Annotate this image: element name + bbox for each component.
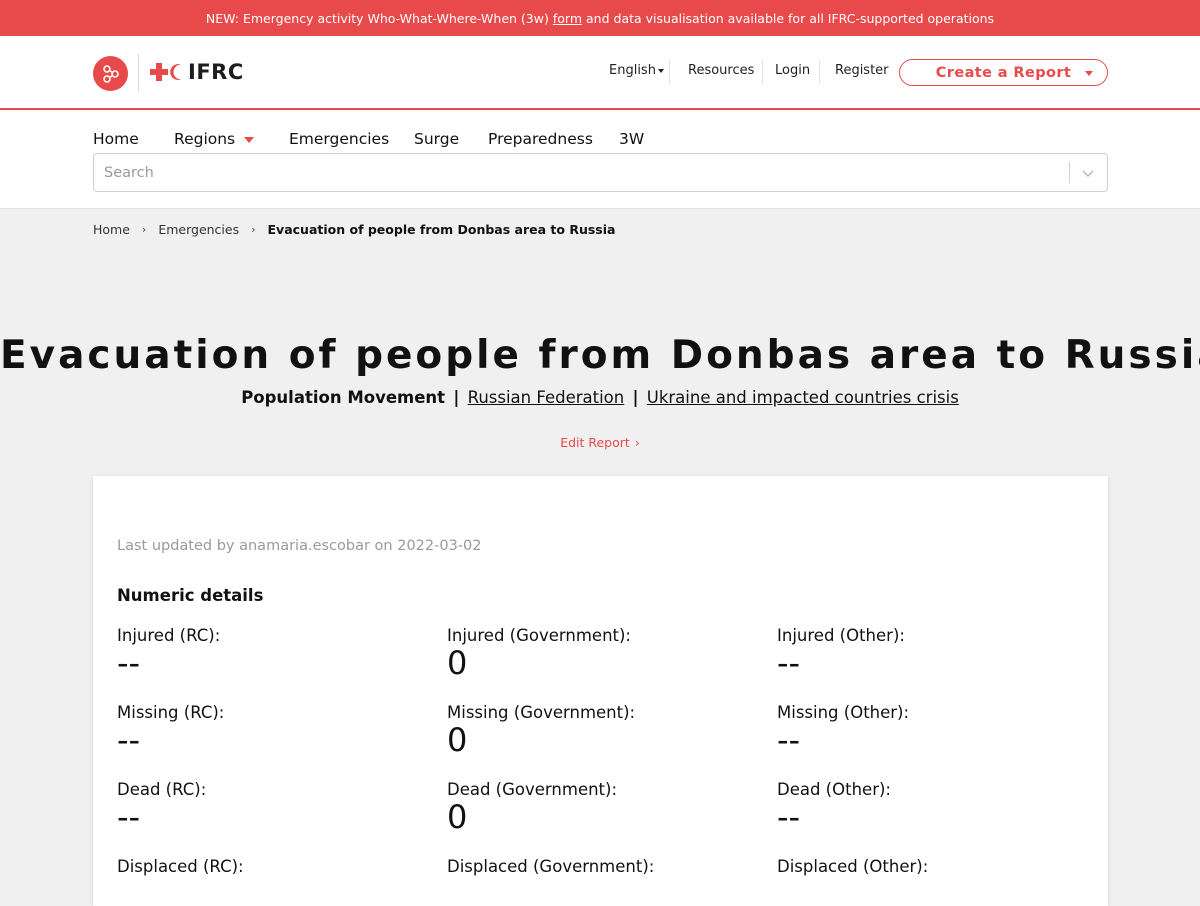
stat-label: Injured (Government): (447, 626, 631, 645)
language-dropdown[interactable]: English (609, 63, 664, 78)
details-card: Last updated by anamaria.escobar on 2022… (93, 476, 1108, 906)
subtitle-separator: | (632, 388, 639, 407)
stat-value: -- (117, 721, 141, 759)
edit-report-label: Edit Report (560, 435, 630, 450)
stat-displaced-rc: Displaced (RC): (117, 857, 437, 876)
search-divider (1069, 162, 1070, 183)
nav-emergencies[interactable]: Emergencies (289, 130, 389, 148)
stat-label: Missing (Other): (777, 703, 910, 722)
resources-link[interactable]: Resources (688, 63, 754, 78)
stat-injured-other: Injured (Other): -- (777, 626, 1097, 681)
chevron-right-icon: › (141, 223, 147, 236)
stat-dead-rc: Dead (RC): -- (117, 780, 437, 835)
stat-value: -- (117, 644, 141, 682)
nav-surge[interactable]: Surge (414, 130, 459, 148)
stat-dead-other: Dead (Other): -- (777, 780, 1097, 835)
announcement-banner: NEW: Emergency activity Who-What-Where-W… (0, 0, 1200, 36)
edit-report-link[interactable]: Edit Report › (0, 435, 1200, 450)
stat-displaced-government: Displaced (Government): (447, 857, 767, 876)
stat-missing-government: Missing (Government): 0 (447, 703, 767, 758)
ifrc-logo[interactable]: IFRC (150, 60, 244, 84)
nav-preparedness[interactable]: Preparedness (488, 130, 593, 148)
stat-missing-rc: Missing (RC): -- (117, 703, 437, 758)
stat-displaced-other: Displaced (Other): (777, 857, 1097, 876)
subtitle-separator: | (453, 388, 460, 407)
numeric-details-heading: Numeric details (117, 586, 264, 605)
create-report-button[interactable]: Create a Report (899, 59, 1108, 86)
stat-label: Missing (Government): (447, 703, 636, 722)
page-title: Evacuation of people from Donbas area to… (0, 333, 1200, 378)
banner-form-link[interactable]: form (553, 11, 582, 26)
stat-value: -- (117, 798, 141, 836)
login-link[interactable]: Login (775, 63, 810, 78)
banner-text-suffix: and data visualisation available for all… (586, 10, 995, 26)
breadcrumb-emergencies[interactable]: Emergencies (158, 222, 239, 237)
page-subtitle: Population Movement | Russian Federation… (0, 388, 1200, 407)
stat-label: Displaced (Government): (447, 857, 655, 876)
register-link[interactable]: Register (835, 63, 889, 78)
util-divider (819, 60, 820, 84)
country-link[interactable]: Russian Federation (468, 388, 625, 407)
stat-label: Dead (RC): (117, 780, 207, 799)
stat-label: Dead (Other): (777, 780, 891, 799)
language-label: English (609, 63, 656, 78)
logo-divider (138, 54, 139, 92)
search-box[interactable] (93, 153, 1108, 192)
stat-value: -- (777, 644, 801, 682)
stat-value: 0 (447, 644, 468, 682)
stat-label: Displaced (Other): (777, 857, 929, 876)
main-navigation: Home Regions Emergencies Surge Preparedn… (0, 110, 1200, 209)
nav-regions[interactable]: Regions (174, 130, 255, 148)
breadcrumb-home[interactable]: Home (93, 222, 130, 237)
stat-missing-other: Missing (Other): -- (777, 703, 1097, 758)
chevron-right-icon: › (251, 223, 256, 236)
stat-value: 0 (447, 721, 468, 759)
breadcrumb: Home › Emergencies › Evacuation of peopl… (93, 222, 615, 237)
appeal-link[interactable]: Ukraine and impacted countries crisis (647, 388, 959, 407)
stat-label: Displaced (RC): (117, 857, 244, 876)
breadcrumb-current: Evacuation of people from Donbas area to… (267, 222, 616, 237)
nav-home[interactable]: Home (93, 130, 139, 148)
disaster-type: Population Movement (241, 388, 446, 407)
chevron-down-icon[interactable] (1080, 165, 1096, 181)
nav-regions-label: Regions (174, 130, 236, 148)
caret-down-icon (244, 136, 255, 143)
nav-3w[interactable]: 3W (619, 130, 644, 148)
stat-value: -- (777, 721, 801, 759)
stat-label: Missing (RC): (117, 703, 225, 722)
red-cross-crescent-icon (150, 63, 181, 81)
stat-label: Injured (RC): (117, 626, 221, 645)
stat-dead-government: Dead (Government): 0 (447, 780, 767, 835)
stat-value: 0 (447, 798, 468, 836)
stat-label: Dead (Government): (447, 780, 618, 799)
create-report-label: Create a Report (935, 64, 1072, 81)
search-input[interactable] (104, 162, 1064, 184)
util-divider (669, 60, 670, 84)
stat-label: Injured (Other): (777, 626, 905, 645)
banner-text-prefix: NEW: Emergency activity Who-What-Where-W… (205, 10, 549, 26)
last-updated-text: Last updated by anamaria.escobar on 2022… (117, 538, 482, 554)
chevron-right-icon: › (634, 435, 640, 450)
ifrc-logo-text: IFRC (188, 60, 244, 84)
caret-down-icon (657, 68, 664, 73)
stat-value: -- (777, 798, 801, 836)
site-header: IFRC English Resources Login Register Cr… (0, 36, 1200, 110)
stat-injured-government: Injured (Government): 0 (447, 626, 767, 681)
util-divider (762, 60, 763, 84)
caret-down-icon (1085, 71, 1093, 76)
go-logo-icon[interactable] (93, 56, 128, 91)
stat-injured-rc: Injured (RC): -- (117, 626, 437, 681)
